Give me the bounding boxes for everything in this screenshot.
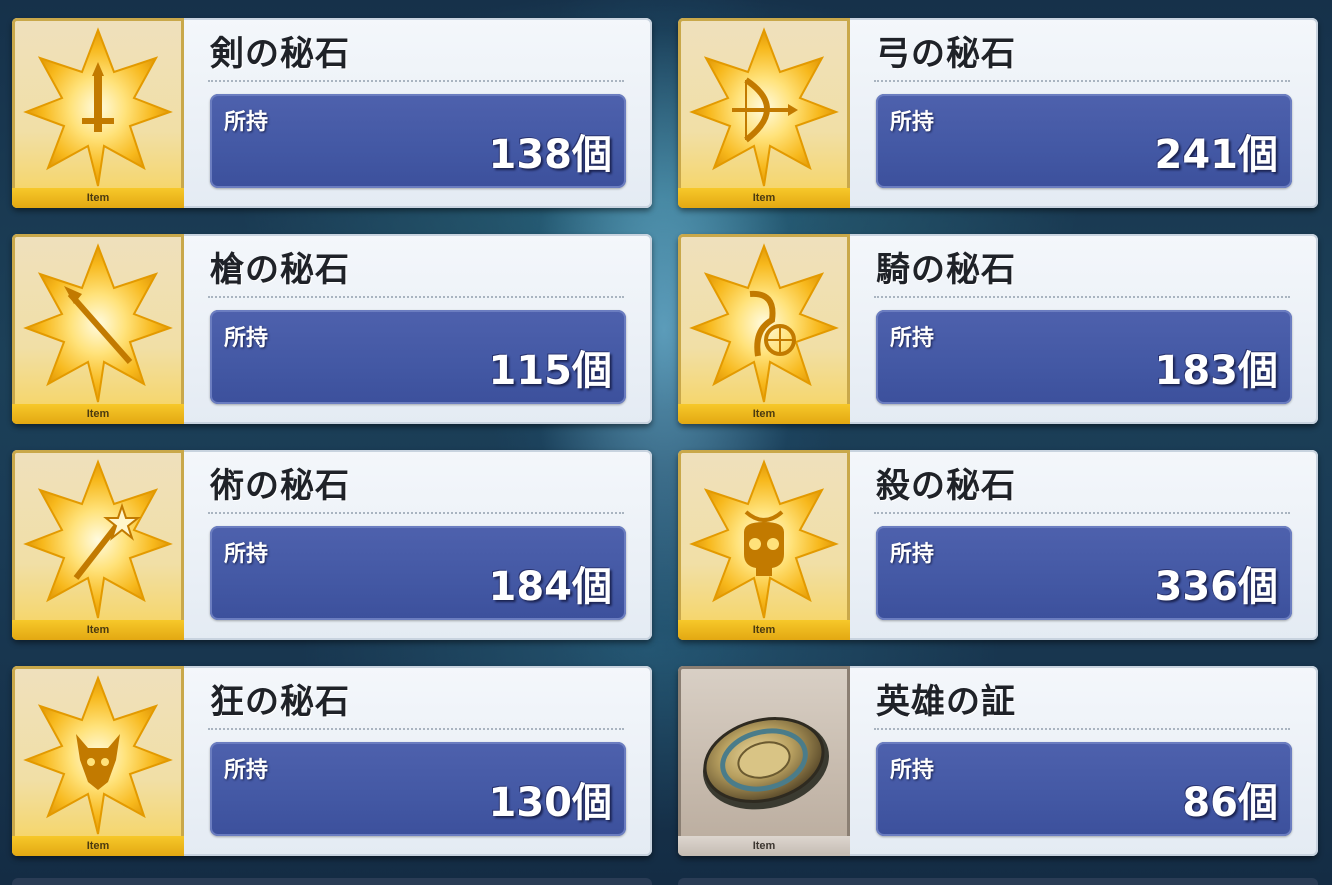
heroic-proof-icon bbox=[702, 717, 830, 810]
item-card-berserker-gem[interactable]: Item 狂の秘石 所持 130個 bbox=[12, 666, 652, 856]
quantity-value: 241個 bbox=[1154, 132, 1279, 178]
divider bbox=[874, 296, 1290, 298]
item-name: 殺の秘石 bbox=[876, 466, 1016, 506]
item-card-heroic-proof[interactable]: Item 英雄の証 所持 86個 bbox=[678, 666, 1318, 856]
item-card-lancer-gem[interactable]: Item 槍の秘石 所持 115個 bbox=[12, 234, 652, 424]
assassin-gem-icon bbox=[689, 459, 839, 619]
caster-gem-icon bbox=[23, 459, 173, 619]
item-card-assassin-gem[interactable]: Item 殺の秘石 所持 336個 bbox=[678, 450, 1318, 640]
item-name: 英雄の証 bbox=[876, 682, 1016, 722]
item-tag: Item bbox=[678, 188, 850, 208]
rider-gem-icon bbox=[689, 243, 839, 403]
archer-gem-icon bbox=[689, 27, 839, 187]
item-card-archer-gem[interactable]: Item 弓の秘石 所持 241個 bbox=[678, 18, 1318, 208]
item-name: 弓の秘石 bbox=[876, 34, 1016, 74]
quantity-label: 所持 bbox=[224, 758, 269, 783]
item-icon-frame: Item bbox=[12, 450, 184, 640]
quantity-panel: 所持 130個 bbox=[210, 742, 626, 836]
lancer-gem-icon bbox=[23, 243, 173, 403]
item-grid: Item 剣の秘石 所持 138個 Item 弓の秘石 所持 241個 Item… bbox=[0, 0, 1332, 885]
berserker-gem-icon bbox=[23, 675, 173, 835]
item-tag: Item bbox=[12, 188, 184, 208]
quantity-label: 所持 bbox=[890, 110, 935, 135]
item-card-saber-gem[interactable]: Item 剣の秘石 所持 138個 bbox=[12, 18, 652, 208]
quantity-value: 138個 bbox=[488, 132, 613, 178]
quantity-panel: 所持 115個 bbox=[210, 310, 626, 404]
item-icon-frame: Item bbox=[678, 666, 850, 856]
quantity-label: 所持 bbox=[224, 542, 269, 567]
quantity-value: 86個 bbox=[1182, 780, 1278, 826]
item-name: 術の秘石 bbox=[210, 466, 350, 506]
item-icon-frame: Item bbox=[678, 18, 850, 208]
divider bbox=[874, 80, 1290, 82]
item-icon-frame: Item bbox=[12, 18, 184, 208]
item-name: 狂の秘石 bbox=[210, 682, 350, 722]
quantity-panel: 所持 241個 bbox=[876, 94, 1292, 188]
item-tag: Item bbox=[678, 836, 850, 856]
quantity-label: 所持 bbox=[224, 326, 269, 351]
item-icon-frame: Item bbox=[678, 234, 850, 424]
quantity-label: 所持 bbox=[890, 758, 935, 783]
quantity-panel: 所持 138個 bbox=[210, 94, 626, 188]
quantity-panel: 所持 183個 bbox=[876, 310, 1292, 404]
item-name: 騎の秘石 bbox=[876, 250, 1016, 290]
quantity-panel: 所持 86個 bbox=[876, 742, 1292, 836]
item-icon-frame: Item bbox=[678, 450, 850, 640]
item-tag: Item bbox=[678, 620, 850, 640]
quantity-panel: 所持 336個 bbox=[876, 526, 1292, 620]
divider bbox=[874, 512, 1290, 514]
item-icon-frame: Item bbox=[12, 666, 184, 856]
next-row-card-edge bbox=[12, 878, 652, 885]
divider bbox=[208, 728, 624, 730]
next-row-card-edge bbox=[678, 878, 1318, 885]
divider bbox=[208, 80, 624, 82]
item-name: 槍の秘石 bbox=[210, 250, 350, 290]
item-tag: Item bbox=[678, 404, 850, 424]
item-card-rider-gem[interactable]: Item 騎の秘石 所持 183個 bbox=[678, 234, 1318, 424]
item-card-caster-gem[interactable]: Item 術の秘石 所持 184個 bbox=[12, 450, 652, 640]
divider bbox=[208, 512, 624, 514]
quantity-value: 183個 bbox=[1154, 348, 1279, 394]
divider bbox=[874, 728, 1290, 730]
divider bbox=[208, 296, 624, 298]
item-tag: Item bbox=[12, 836, 184, 856]
quantity-value: 336個 bbox=[1154, 564, 1279, 610]
quantity-value: 130個 bbox=[488, 780, 613, 826]
quantity-label: 所持 bbox=[890, 542, 935, 567]
saber-gem-icon bbox=[23, 27, 173, 187]
quantity-value: 115個 bbox=[488, 348, 613, 394]
quantity-label: 所持 bbox=[224, 110, 269, 135]
item-tag: Item bbox=[12, 620, 184, 640]
quantity-value: 184個 bbox=[488, 564, 613, 610]
quantity-panel: 所持 184個 bbox=[210, 526, 626, 620]
item-icon-frame: Item bbox=[12, 234, 184, 424]
item-tag: Item bbox=[12, 404, 184, 424]
item-name: 剣の秘石 bbox=[210, 34, 350, 74]
quantity-label: 所持 bbox=[890, 326, 935, 351]
